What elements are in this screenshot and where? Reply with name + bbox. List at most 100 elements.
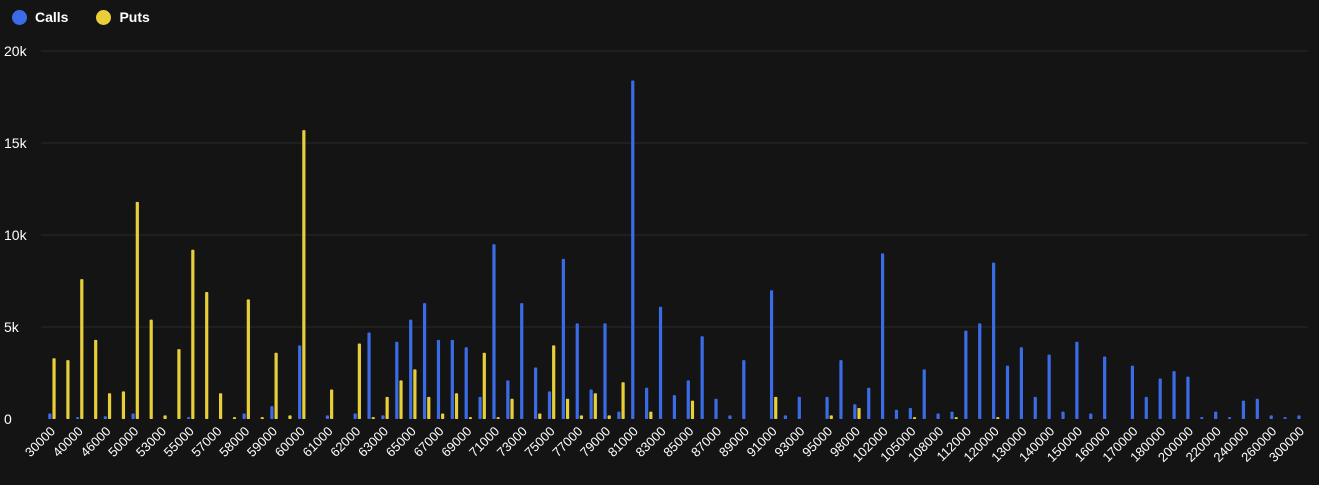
x-tick-label: 53000: [133, 424, 169, 460]
x-tick-label: 50000: [105, 424, 141, 460]
puts-bar: [135, 201, 139, 419]
calls-bar: [1061, 411, 1065, 419]
puts-bar: [357, 343, 361, 419]
calls-bar: [1297, 415, 1301, 419]
calls-bar: [658, 306, 663, 419]
calls-bar: [672, 395, 676, 419]
calls-bar: [603, 323, 607, 419]
puts-bar: [954, 417, 958, 419]
calls-bar: [1033, 396, 1037, 419]
calls-bar: [353, 413, 357, 419]
calls-bar: [617, 411, 621, 419]
puts-bar: [538, 413, 542, 419]
x-tick-label: 73000: [494, 424, 530, 460]
puts-bar: [80, 279, 84, 419]
puts-bar: [399, 380, 403, 419]
x-tick-label: 87000: [688, 424, 724, 460]
puts-bar: [427, 396, 431, 419]
puts-bar: [510, 398, 514, 419]
calls-bar: [1158, 378, 1162, 419]
puts-bar: [649, 411, 653, 419]
calls-bar: [1144, 396, 1148, 419]
calls-bar: [534, 367, 538, 419]
puts-bar: [52, 358, 56, 419]
x-tick-label: 89000: [716, 424, 752, 460]
calls-bar: [187, 417, 191, 419]
calls-bar: [561, 258, 565, 419]
puts-bar: [774, 396, 778, 419]
puts-bar: [441, 413, 445, 419]
calls-bar: [769, 290, 774, 419]
x-tick-label: 75000: [522, 424, 558, 460]
puts-bar: [66, 360, 70, 419]
puts-bar: [996, 417, 1000, 419]
calls-bar: [436, 339, 441, 419]
calls-bar: [964, 330, 968, 419]
calls-bar: [1200, 417, 1204, 419]
calls-bar: [1075, 341, 1079, 419]
calls-bar: [325, 415, 330, 419]
calls-bar: [950, 411, 954, 419]
puts-bar: [288, 415, 292, 419]
puts-bar: [246, 299, 250, 419]
x-tick-label: 71000: [466, 424, 502, 460]
calls-bar: [242, 413, 246, 419]
calls-bar: [1255, 398, 1259, 419]
x-tick-label: 63000: [355, 424, 391, 460]
calls-bar: [880, 253, 885, 419]
puts-bar: [593, 393, 597, 419]
calls-bar: [853, 404, 857, 419]
calls-bar: [131, 413, 135, 419]
x-tick-label: 95000: [799, 424, 835, 460]
x-tick-label: 57000: [188, 424, 224, 460]
x-tick-label: 65000: [383, 424, 419, 460]
x-tick-label: 30000: [22, 424, 58, 460]
puts-bar: [274, 352, 278, 419]
puts-bar: [496, 417, 500, 419]
calls-bar: [395, 341, 399, 419]
calls-bar: [1089, 413, 1093, 419]
puts-bar: [621, 382, 625, 419]
puts-bar: [482, 352, 486, 419]
calls-bar: [839, 360, 843, 419]
calls-bar: [728, 415, 732, 419]
x-tick-label: 55000: [161, 424, 197, 460]
calls-bar: [1005, 365, 1010, 419]
x-tick-label: 61000: [299, 424, 335, 460]
puts-bar: [232, 417, 237, 419]
calls-bar: [48, 413, 52, 419]
calls-bar: [631, 80, 635, 419]
puts-bar: [330, 389, 334, 419]
puts-bar: [260, 417, 264, 419]
puts-bar: [121, 391, 126, 419]
calls-bar: [645, 387, 649, 419]
y-tick-label: 15k: [4, 135, 28, 151]
calls-bar: [1214, 411, 1218, 419]
calls-bar: [409, 319, 413, 419]
calls-bar: [270, 406, 274, 419]
calls-bar: [575, 323, 579, 419]
calls-bar: [103, 416, 107, 419]
x-tick-label: 40000: [50, 424, 86, 460]
x-tick-label: 60000: [272, 424, 308, 460]
calls-bar: [714, 398, 718, 419]
calls-bar: [992, 262, 996, 419]
puts-bar: [579, 415, 584, 419]
puts-bar: [94, 339, 98, 419]
x-tick-label: 46000: [77, 424, 113, 460]
x-tick-label: 83000: [633, 424, 669, 460]
calls-bar: [76, 417, 80, 419]
puts-bar: [107, 393, 112, 419]
calls-bar: [686, 380, 690, 419]
calls-bar: [1186, 376, 1190, 419]
puts-bar: [371, 417, 375, 419]
puts-bar: [454, 393, 459, 419]
x-tick-label: 59000: [244, 424, 280, 460]
x-tick-label: 67000: [411, 424, 447, 460]
calls-bar: [1227, 417, 1232, 419]
puts-bar: [302, 130, 306, 419]
calls-bar: [450, 339, 454, 419]
bar-chart: 0 5k 10k 15k 20k 3000040000460005000053000550…: [4, 43, 1308, 465]
calls-bar: [381, 415, 385, 419]
puts-bar: [385, 396, 389, 419]
